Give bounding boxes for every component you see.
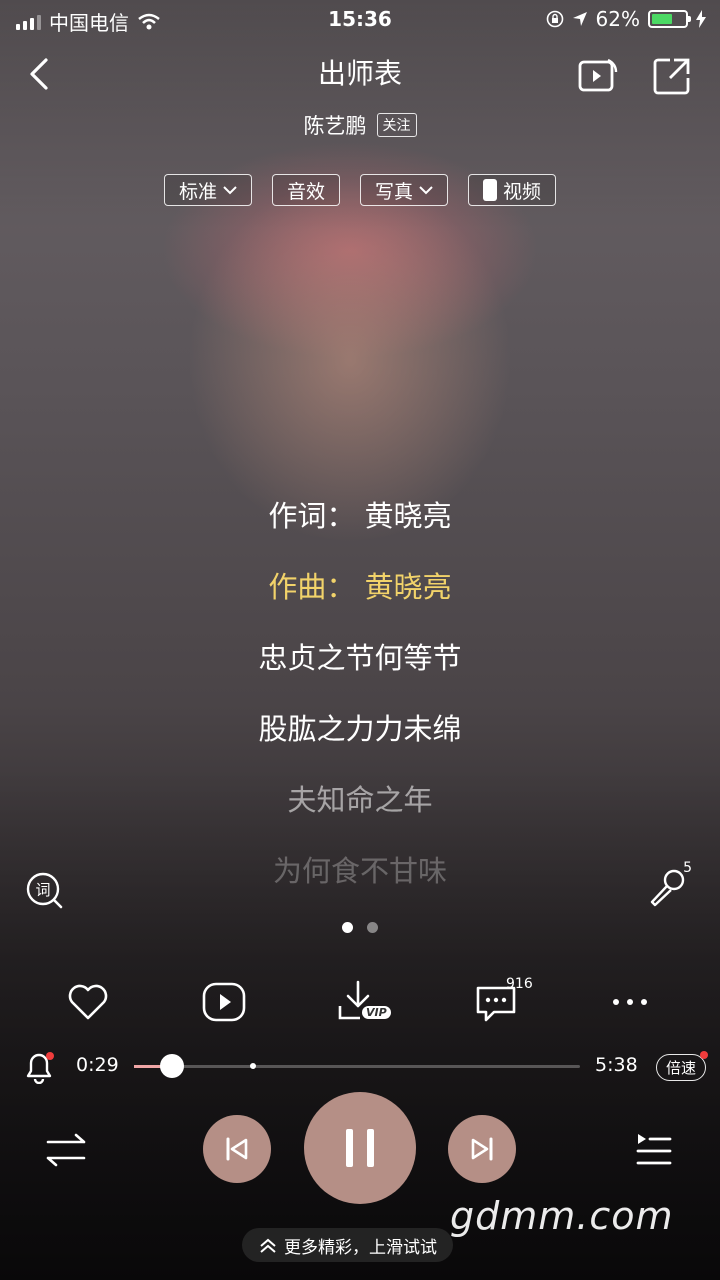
notification-dot bbox=[46, 1052, 54, 1060]
phone-icon bbox=[483, 179, 498, 201]
pause-button[interactable] bbox=[304, 1092, 416, 1204]
orientation-lock-icon bbox=[546, 10, 563, 28]
sound-effect-chip[interactable]: 音效 bbox=[271, 174, 340, 206]
pause-icon bbox=[339, 1129, 381, 1167]
current-time: 0:29 bbox=[76, 1054, 119, 1076]
more-icon[interactable] bbox=[606, 978, 654, 1026]
sound-effect-chip-label: 音效 bbox=[286, 180, 325, 203]
status-right: 62% bbox=[546, 7, 706, 31]
lyrics-panel[interactable]: 作词： 黄晓亮 作曲： 黄晓亮 忠贞之节何等节 股肱之力力未绵 夫知命之年 为何… bbox=[0, 490, 720, 916]
svg-text:词: 词 bbox=[35, 881, 50, 899]
lyric-line: 夫知命之年 bbox=[287, 783, 433, 817]
cast-screen-icon[interactable] bbox=[576, 54, 620, 98]
skip-previous-icon bbox=[226, 1137, 248, 1161]
progress-bar[interactable] bbox=[134, 1054, 580, 1078]
notification-dot bbox=[700, 1051, 709, 1059]
artist-row: 陈艺鹏 关注 bbox=[0, 110, 720, 140]
karaoke-mic-button[interactable]: 5 bbox=[644, 860, 694, 910]
playlist-icon[interactable] bbox=[632, 1130, 674, 1170]
previous-button[interactable] bbox=[203, 1115, 271, 1183]
speed-label: 倍速 bbox=[666, 1059, 697, 1077]
comments-button[interactable]: 916 bbox=[472, 976, 533, 1026]
mode-chips: 标准 音效 写真 视频 bbox=[0, 174, 720, 206]
buffer-marker bbox=[249, 1063, 256, 1069]
skip-next-icon bbox=[471, 1137, 493, 1161]
lyric-line-current: 作曲： 黄晓亮 bbox=[268, 570, 452, 604]
speed-button[interactable]: 倍速 bbox=[656, 1051, 709, 1081]
swipe-up-hint-text: 更多精彩，上滑试试 bbox=[284, 1237, 437, 1258]
lyric-line: 为何食不甘味 bbox=[272, 854, 447, 888]
charging-icon bbox=[696, 10, 706, 28]
watermark: gdmm.com bbox=[450, 1194, 674, 1238]
follow-button[interactable]: 关注 bbox=[376, 113, 417, 137]
mic-count: 5 bbox=[683, 860, 692, 876]
page-dot bbox=[367, 922, 378, 933]
status-bar: 中国电信 15:36 62% bbox=[0, 0, 720, 40]
share-icon[interactable] bbox=[650, 54, 694, 98]
photo-chip-label: 写真 bbox=[375, 180, 414, 203]
lyric-line: 忠贞之节何等节 bbox=[258, 641, 462, 675]
video-chip-label: 视频 bbox=[503, 180, 542, 203]
quality-chip-label: 标准 bbox=[178, 180, 217, 203]
chevron-down-icon bbox=[223, 186, 237, 195]
lyric-line: 作词： 黄晓亮 bbox=[268, 499, 452, 533]
chevron-up-icon bbox=[260, 1238, 276, 1253]
location-icon bbox=[572, 12, 587, 26]
artist-name[interactable]: 陈艺鹏 bbox=[304, 110, 367, 140]
lyric-line: 股肱之力力未绵 bbox=[258, 712, 462, 746]
lyrics-search-icon[interactable]: 词 bbox=[24, 870, 64, 910]
battery-icon bbox=[648, 10, 691, 28]
page-indicator bbox=[0, 922, 720, 933]
swipe-up-hint[interactable]: 更多精彩，上滑试试 bbox=[242, 1228, 453, 1262]
battery-percent: 62% bbox=[595, 7, 640, 31]
alarm-button[interactable] bbox=[22, 1048, 56, 1085]
video-play-icon[interactable] bbox=[200, 978, 248, 1026]
next-button[interactable] bbox=[448, 1115, 516, 1183]
page-dot-active bbox=[342, 922, 353, 933]
chevron-down-icon bbox=[419, 186, 433, 195]
heart-icon[interactable] bbox=[64, 978, 112, 1026]
comment-count: 916 bbox=[506, 976, 533, 992]
shuffle-icon[interactable] bbox=[44, 1130, 90, 1170]
photo-chip[interactable]: 写真 bbox=[360, 174, 449, 206]
vip-badge: VIP bbox=[362, 1006, 391, 1019]
download-button[interactable]: VIP bbox=[336, 978, 396, 1026]
video-chip[interactable]: 视频 bbox=[468, 174, 557, 206]
total-time: 5:38 bbox=[595, 1054, 638, 1076]
quality-chip[interactable]: 标准 bbox=[163, 174, 252, 206]
